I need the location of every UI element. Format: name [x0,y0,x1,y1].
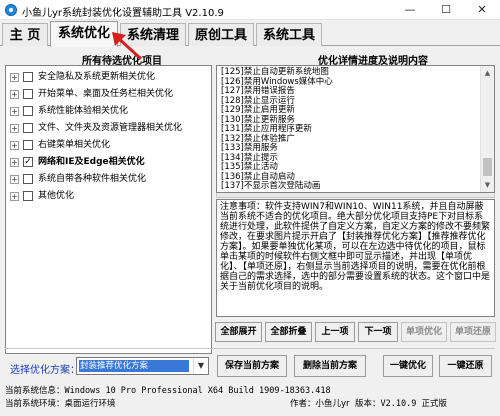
tab-system-tools[interactable]: 系统工具 [256,23,322,46]
expand-icon[interactable]: + [10,107,19,116]
checkbox[interactable] [23,89,33,99]
version-line: 版本：V2.10.9 正式版 [355,397,447,409]
notes-textarea[interactable]: 注意事项：软件支持WIN7和WIN10、WIN11系统，并且自动屏蔽当前系统不适… [216,199,495,317]
version-label: 版本： [355,399,381,409]
detail-row: [127]禁用错误报告 [221,86,295,96]
chevron-down-icon[interactable]: ▼ [193,358,208,374]
item-optimize-button[interactable]: 单项优化 [401,322,447,342]
scheme-selected-value: 封装推荐优化方案 [79,360,189,372]
optimize-item-tree[interactable]: + 安全隐私及系统更新相关优化 + 开始菜单、桌面及任务栏相关优化 + 系统性能… [5,65,212,354]
save-scheme-button[interactable]: 保存当前方案 [217,355,287,377]
detail-row: [137]不显示首次登陆动画 [221,181,321,191]
delete-scheme-button[interactable]: 删除当前方案 [294,355,366,377]
detail-row: [133]禁用服务 [221,143,278,153]
maximize-button[interactable]: ☐ [428,0,464,20]
system-info-line: 当前系统信息：Windows 10 Pro Professional X64 B… [5,384,331,396]
one-click-optimize-button[interactable]: 一键优化 [383,355,433,377]
tab-bar: 主 页 系统优化 系统清理 原创工具 系统工具 [0,20,500,47]
tab-original-tools[interactable]: 原创工具 [188,23,254,46]
divider [5,348,495,349]
author-label: 作者： [290,399,316,409]
expand-icon[interactable]: + [10,124,19,133]
checkbox-checked[interactable]: ✓ [23,157,33,167]
system-env-label: 当前系统环境： [5,399,65,409]
tree-item-label: 右键菜单相关优化 [38,140,111,150]
expand-icon[interactable]: + [10,175,19,184]
tree-item-label: 系统性能体验相关优化 [38,106,129,116]
version-value: V2.10.9 正式版 [380,399,447,409]
checkbox[interactable] [23,123,33,133]
tree-item-label: 系统自带各种软件相关优化 [38,174,147,184]
app-icon [5,4,17,16]
optimize-detail-list[interactable]: [125]禁止自动更新系统地图 [126]禁用Windows媒体中心 [127]… [216,65,495,193]
vertical-scrollbar[interactable]: ▲ ▼ [480,66,494,192]
checkbox[interactable] [23,106,33,116]
item-restore-button[interactable]: 单项还原 [450,322,496,342]
detail-row: [129]禁止启用更新 [221,105,295,115]
checkbox[interactable] [23,72,33,82]
scroll-up-icon[interactable]: ▲ [481,66,494,80]
next-item-button[interactable]: 下一项 [358,322,398,342]
scroll-thumb[interactable] [483,158,492,176]
detail-row: [125]禁止自动更新系统地图 [221,67,329,77]
checkbox[interactable] [23,174,33,184]
collapse-all-button[interactable]: 全部折叠 [265,322,312,342]
expand-icon[interactable]: + [10,192,19,201]
horizontal-scrollbar[interactable] [216,193,495,198]
expand-all-button[interactable]: 全部展开 [215,322,262,342]
tab-home[interactable]: 主 页 [2,23,48,46]
scheme-label: 选择优化方案： [10,365,80,376]
author-line: 作者：小鱼儿yr [290,397,350,409]
expand-icon[interactable]: + [10,141,19,150]
expand-icon[interactable]: + [10,158,19,167]
expand-icon[interactable]: + [10,73,19,82]
author-value: 小鱼儿yr [315,399,350,409]
window-title: 小鱼儿yr系统封装优化设置辅助工具 V2.10.9 [22,8,224,19]
tab-system-optimize[interactable]: 系统优化 [50,21,118,47]
tree-item-label: 其他优化 [38,191,75,201]
red-arrow-pointer-icon [112,32,142,60]
system-env-value: 桌面运行环境 [64,399,116,409]
detail-row: [131]禁止应用程序更新 [221,124,312,134]
system-info-label: 当前系统信息： [5,386,65,396]
title-bar: 小鱼儿yr系统封装优化设置辅助工具 V2.10.9 — ☐ ✕ [0,0,500,20]
tree-item-label: 安全隐私及系统更新相关优化 [38,72,156,82]
scheme-select[interactable]: 封装推荐优化方案 ▼ [76,357,209,375]
system-env-line: 当前系统环境：桌面运行环境 [5,397,116,409]
tree-item-label: 网络和IE及Edge相关优化 [38,157,145,167]
system-info-value: Windows 10 Pro Professional X64 Build 19… [64,386,331,396]
previous-item-button[interactable]: 上一项 [315,322,355,342]
minimize-button[interactable]: — [392,0,428,20]
expand-icon[interactable]: + [10,90,19,99]
tree-item-label: 开始菜单、桌面及任务栏相关优化 [38,89,174,99]
one-click-restore-button[interactable]: 一键还原 [439,355,492,377]
checkbox[interactable] [23,140,33,150]
close-button[interactable]: ✕ [464,0,500,20]
scroll-down-icon[interactable]: ▼ [481,178,494,192]
detail-row: [135]禁止活动 [221,162,278,172]
checkbox[interactable] [23,191,33,201]
tree-item-label: 文件、文件夹及资源管理器相关优化 [38,123,183,133]
